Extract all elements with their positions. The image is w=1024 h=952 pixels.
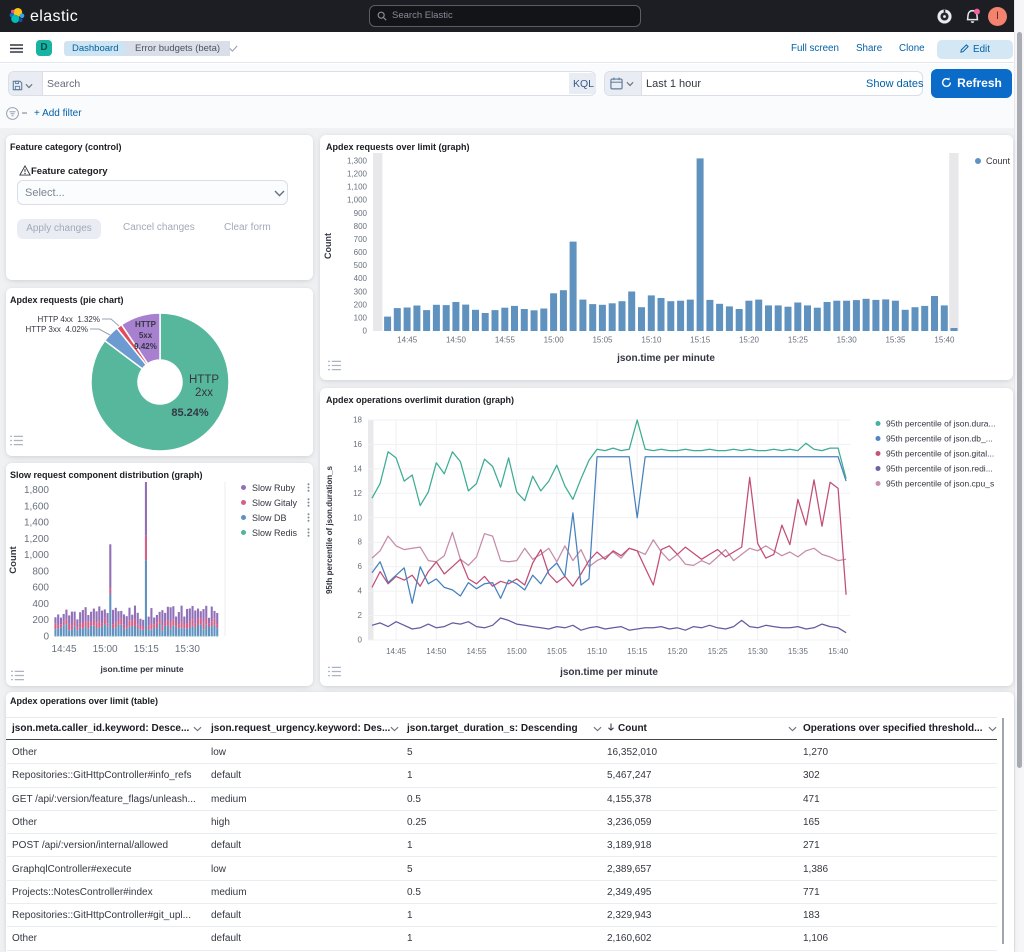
- svg-text:14:50: 14:50: [426, 647, 447, 656]
- svg-text:14: 14: [353, 464, 362, 473]
- svg-text:15:10: 15:10: [641, 336, 662, 345]
- svg-text:14:45: 14:45: [51, 644, 76, 655]
- svg-text:Slow Ruby: Slow Ruby: [252, 483, 296, 493]
- svg-text:HTTP 3xx 4.02%: HTTP 3xx 4.02%: [25, 325, 88, 334]
- svg-text:0: 0: [43, 632, 49, 643]
- svg-text:15:05: 15:05: [592, 336, 613, 345]
- svg-text:15:10: 15:10: [587, 647, 608, 656]
- svg-text:Slow Redis: Slow Redis: [252, 528, 298, 538]
- svg-text:15:00: 15:00: [544, 336, 565, 345]
- svg-text:400: 400: [354, 274, 368, 283]
- svg-text:HTTP: HTTP: [135, 320, 157, 329]
- svg-text:200: 200: [354, 300, 368, 309]
- svg-text:15:20: 15:20: [739, 336, 760, 345]
- svg-text:15:40: 15:40: [934, 336, 955, 345]
- svg-text:15:30: 15:30: [175, 644, 200, 655]
- svg-text:200: 200: [32, 615, 49, 626]
- svg-text:14:55: 14:55: [466, 647, 487, 656]
- svg-text:1,200: 1,200: [347, 170, 368, 179]
- svg-text:4: 4: [358, 587, 363, 596]
- svg-text:1,600: 1,600: [24, 501, 49, 512]
- svg-text:HTTP: HTTP: [189, 374, 219, 386]
- svg-text:HTTP 4xx 1.32%: HTTP 4xx 1.32%: [37, 315, 100, 324]
- svg-text:500: 500: [354, 261, 368, 270]
- svg-text:Count: Count: [323, 233, 333, 259]
- svg-text:95th percentile of json.dura..: 95th percentile of json.dura...: [886, 419, 996, 429]
- svg-text:15:25: 15:25: [788, 336, 809, 345]
- svg-text:1,000: 1,000: [347, 196, 368, 205]
- svg-text:Count: Count: [8, 545, 19, 573]
- svg-text:15:30: 15:30: [748, 647, 769, 656]
- svg-text:15:00: 15:00: [507, 647, 528, 656]
- svg-text:json.time per minute: json.time per minute: [99, 664, 183, 674]
- svg-text:15:20: 15:20: [667, 647, 688, 656]
- svg-text:0: 0: [363, 327, 368, 336]
- svg-text:16: 16: [353, 440, 362, 449]
- svg-text:100: 100: [354, 313, 368, 322]
- svg-text:800: 800: [32, 566, 49, 577]
- svg-text:8: 8: [358, 538, 363, 547]
- svg-text:300: 300: [354, 287, 368, 296]
- svg-text:Slow Gitaly: Slow Gitaly: [252, 498, 298, 508]
- svg-text:json.time per minute: json.time per minute: [616, 353, 715, 364]
- svg-text:600: 600: [354, 248, 368, 257]
- svg-text:0: 0: [358, 636, 363, 645]
- svg-text:95th percentile of json.redi..: 95th percentile of json.redi...: [886, 464, 993, 474]
- svg-text:95th percentile of json.cpu_s: 95th percentile of json.cpu_s: [886, 479, 994, 489]
- svg-text:2xx: 2xx: [195, 387, 213, 399]
- svg-text:95th percentile of json.db_...: 95th percentile of json.db_...: [886, 434, 993, 444]
- svg-text:800: 800: [354, 222, 368, 231]
- svg-text:1,800: 1,800: [24, 485, 49, 496]
- svg-text:15:15: 15:15: [134, 644, 159, 655]
- svg-text:600: 600: [32, 583, 49, 594]
- svg-text:700: 700: [354, 235, 368, 244]
- svg-text:95th percentile of json.durati: 95th percentile of json.duration_s: [325, 465, 334, 594]
- svg-text:1,100: 1,100: [347, 183, 368, 192]
- svg-text:14:45: 14:45: [386, 647, 407, 656]
- svg-text:12: 12: [353, 489, 362, 498]
- svg-text:400: 400: [32, 599, 49, 610]
- svg-text:Slow DB: Slow DB: [252, 513, 287, 523]
- svg-text:10: 10: [353, 513, 362, 522]
- svg-text:14:50: 14:50: [446, 336, 467, 345]
- svg-text:15:30: 15:30: [837, 336, 858, 345]
- svg-text:85.24%: 85.24%: [171, 407, 209, 419]
- svg-text:2: 2: [358, 611, 363, 620]
- svg-text:15:35: 15:35: [788, 647, 809, 656]
- svg-text:1,400: 1,400: [24, 518, 49, 529]
- svg-text:15:15: 15:15: [627, 647, 648, 656]
- svg-text:Count: Count: [986, 156, 1011, 166]
- svg-text:5xx: 5xx: [139, 331, 153, 340]
- svg-text:1,000: 1,000: [24, 550, 49, 561]
- svg-text:15:25: 15:25: [708, 647, 729, 656]
- svg-text:14:55: 14:55: [495, 336, 516, 345]
- svg-text:18: 18: [353, 416, 362, 425]
- svg-text:1,300: 1,300: [347, 157, 368, 166]
- svg-text:15:40: 15:40: [828, 647, 849, 656]
- svg-text:1,200: 1,200: [24, 534, 49, 545]
- svg-text:15:15: 15:15: [690, 336, 711, 345]
- svg-text:95th percentile of json.gital.: 95th percentile of json.gital...: [886, 449, 994, 459]
- svg-text:15:35: 15:35: [885, 336, 906, 345]
- svg-text:6: 6: [358, 562, 363, 571]
- svg-text:15:05: 15:05: [547, 647, 568, 656]
- svg-text:15:00: 15:00: [93, 644, 118, 655]
- svg-text:900: 900: [354, 209, 368, 218]
- svg-text:json.time per minute: json.time per minute: [559, 667, 658, 678]
- svg-text:14:45: 14:45: [397, 336, 418, 345]
- svg-text:9.42%: 9.42%: [134, 342, 157, 351]
